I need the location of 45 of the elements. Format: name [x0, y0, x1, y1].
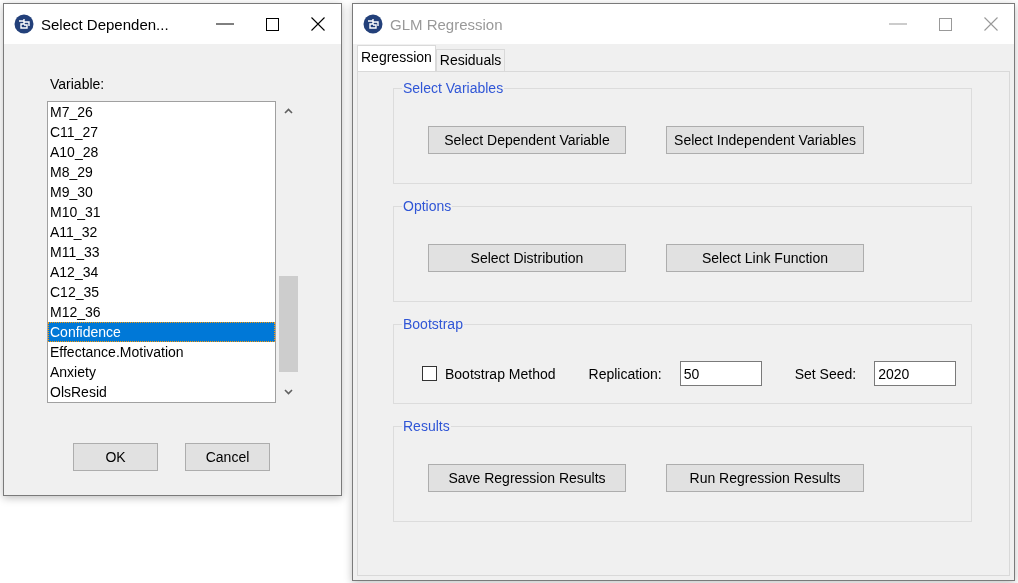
input-field[interactable]: 2020 — [874, 361, 957, 386]
action-button[interactable]: Select Independent Variables — [666, 126, 864, 154]
action-button[interactable]: Save Regression Results — [428, 464, 626, 492]
scroll-up-icon[interactable] — [284, 108, 293, 114]
tab[interactable]: Regression — [357, 45, 436, 71]
list-item[interactable]: Effectance.Motivation — [48, 342, 275, 362]
app-icon — [363, 14, 383, 34]
field-label: Replication: — [588, 365, 662, 382]
dialog-button[interactable]: OK — [73, 443, 158, 471]
action-button[interactable]: Select Link Function — [666, 244, 864, 272]
list-item[interactable]: A11_32 — [48, 222, 275, 242]
action-button[interactable]: Run Regression Results — [666, 464, 864, 492]
tab[interactable]: Residuals — [435, 49, 506, 71]
dialog-button[interactable]: Cancel — [185, 443, 270, 471]
window-title: Select Dependen... — [41, 15, 170, 33]
list-item[interactable]: Confidence — [48, 322, 275, 342]
list-item[interactable]: M8_29 — [48, 162, 275, 182]
group-title: Results — [402, 418, 451, 434]
list-label: Variable: — [50, 76, 106, 92]
list-item[interactable]: M12_36 — [48, 302, 275, 322]
list-item[interactable]: Anxiety — [48, 362, 275, 382]
field-label: Set Seed: — [794, 365, 857, 382]
list-item[interactable]: C11_27 — [48, 122, 275, 142]
scroll-down-icon[interactable] — [284, 389, 293, 395]
list-item[interactable]: M10_31 — [48, 202, 275, 222]
action-button[interactable]: Select Distribution — [428, 244, 626, 272]
maximize-icon[interactable] — [266, 17, 279, 31]
app-icon — [14, 14, 34, 34]
list-item[interactable]: M7_26 — [48, 102, 275, 122]
checkbox[interactable] — [422, 366, 437, 381]
list-item[interactable]: OlsResid — [48, 382, 275, 402]
list-item[interactable]: M9_30 — [48, 182, 275, 202]
action-button[interactable]: Select Dependent Variable — [428, 126, 626, 154]
list-item[interactable]: A12_34 — [48, 262, 275, 282]
input-field[interactable]: 50 — [679, 361, 762, 386]
scrollbar-thumb[interactable] — [279, 276, 298, 372]
group-title: Select Variables — [402, 80, 505, 96]
checkbox-label: Bootstrap Method — [445, 365, 556, 382]
window-title: GLM Regression — [390, 15, 504, 33]
group-title: Bootstrap — [402, 316, 464, 332]
list-item[interactable]: C12_35 — [48, 282, 275, 302]
list-item[interactable]: M11_33 — [48, 242, 275, 262]
close-icon[interactable] — [311, 17, 325, 31]
group-title: Options — [402, 198, 453, 214]
list-item[interactable]: A10_28 — [48, 142, 275, 162]
